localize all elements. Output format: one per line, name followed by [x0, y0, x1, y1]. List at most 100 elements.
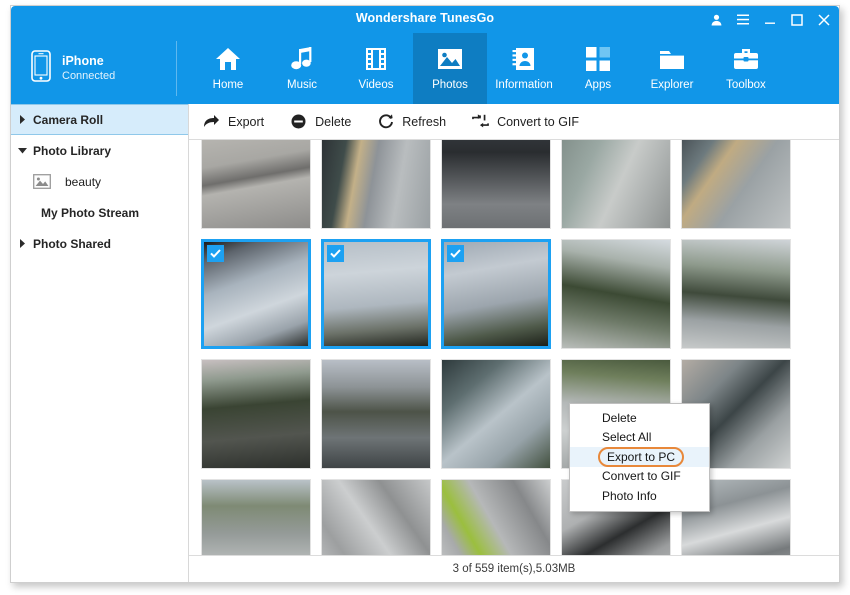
- photo-thumbnail[interactable]: [441, 479, 551, 556]
- briefcase-icon: [733, 46, 759, 72]
- screenshot-root: Wondershare TunesGo: [0, 0, 850, 595]
- sidebar-item-beauty[interactable]: beauty: [11, 166, 188, 197]
- nav-label: Photos: [432, 79, 468, 91]
- device-name: iPhone: [62, 54, 115, 69]
- nav-item-apps[interactable]: Apps: [561, 33, 635, 104]
- photo-image: [441, 359, 551, 469]
- nav-item-videos[interactable]: Videos: [339, 33, 413, 104]
- convert-to-gif-button[interactable]: Convert to GIF: [472, 113, 579, 130]
- photo-image: [321, 359, 431, 469]
- navigation-bar: iPhone Connected Home Music: [11, 33, 839, 104]
- photo-grid: [201, 140, 839, 556]
- checkbox-checked-icon[interactable]: [207, 245, 224, 262]
- context-menu-item[interactable]: Select All: [570, 428, 709, 448]
- nav-item-explorer[interactable]: Explorer: [635, 33, 709, 104]
- contacts-book-icon: [512, 46, 536, 72]
- context-menu-item[interactable]: Delete: [570, 408, 709, 428]
- photo-image: [441, 479, 551, 556]
- checkbox-checked-icon[interactable]: [327, 245, 344, 262]
- photo-thumbnail[interactable]: [441, 239, 551, 349]
- account-icon[interactable]: [709, 12, 723, 28]
- nav-item-information[interactable]: Information: [487, 33, 561, 104]
- title-bar: Wondershare TunesGo: [11, 6, 839, 33]
- album-picture-icon: [33, 174, 51, 189]
- maximize-icon[interactable]: [790, 12, 804, 28]
- nav-items: Home Music Videos: [177, 33, 839, 104]
- export-button[interactable]: Export: [203, 113, 264, 130]
- grid-squares-icon: [586, 46, 610, 72]
- refresh-button[interactable]: Refresh: [377, 113, 446, 130]
- photo-thumbnail[interactable]: [201, 359, 311, 469]
- film-strip-icon: [365, 46, 387, 72]
- sidebar-item-my-photo-stream[interactable]: My Photo Stream: [11, 197, 188, 228]
- photo-thumbnail[interactable]: [201, 479, 311, 556]
- context-menu-item-label: Photo Info: [602, 489, 657, 503]
- photo-image: [561, 140, 671, 229]
- context-menu-item-label: Select All: [602, 430, 651, 444]
- nav-label: Apps: [585, 79, 611, 91]
- application-window: Wondershare TunesGo: [10, 5, 840, 583]
- chevron-down-icon[interactable]: [11, 147, 33, 154]
- photo-thumbnail[interactable]: [321, 239, 431, 349]
- sidebar-item-label: beauty: [65, 175, 101, 189]
- nav-label: Videos: [359, 79, 394, 91]
- context-menu-item[interactable]: Export to PC: [570, 447, 709, 467]
- toolbar-label: Convert to GIF: [497, 115, 579, 129]
- photo-thumbnail[interactable]: [681, 239, 791, 349]
- main-body: Camera Roll Photo Library beauty My Phot…: [11, 104, 839, 582]
- chevron-right-icon[interactable]: [11, 239, 33, 248]
- nav-item-music[interactable]: Music: [265, 33, 339, 104]
- photo-thumbnail[interactable]: [321, 479, 431, 556]
- photo-thumbnail[interactable]: [681, 140, 791, 229]
- photo-thumbnail[interactable]: [201, 140, 311, 229]
- export-arrow-icon: [203, 113, 220, 130]
- nav-label: Explorer: [651, 79, 694, 91]
- nav-label: Home: [213, 79, 244, 91]
- sidebar: Camera Roll Photo Library beauty My Phot…: [11, 104, 189, 582]
- sidebar-item-label: Camera Roll: [33, 113, 103, 127]
- nav-item-toolbox[interactable]: Toolbox: [709, 33, 783, 104]
- nav-item-photos[interactable]: Photos: [413, 33, 487, 104]
- delete-button[interactable]: Delete: [290, 113, 351, 130]
- sidebar-item-label: Photo Shared: [33, 237, 111, 251]
- photo-thumbnail[interactable]: [561, 140, 671, 229]
- close-icon[interactable]: [817, 12, 831, 28]
- photo-grid-area[interactable]: Delete Select All Export to PC Convert to G…: [189, 140, 839, 556]
- nav-item-home[interactable]: Home: [191, 33, 265, 104]
- sidebar-item-camera-roll[interactable]: Camera Roll: [11, 104, 188, 135]
- context-menu-item-label: Convert to GIF: [602, 469, 681, 483]
- photo-thumbnail[interactable]: [321, 359, 431, 469]
- context-menu-item[interactable]: Photo Info: [570, 486, 709, 506]
- minimize-icon[interactable]: [763, 12, 777, 28]
- checkbox-checked-icon[interactable]: [447, 245, 464, 262]
- convert-gif-icon: [472, 113, 489, 130]
- home-icon: [215, 46, 241, 72]
- menu-icon[interactable]: [736, 12, 750, 28]
- photo-thumbnail[interactable]: [201, 239, 311, 349]
- chevron-right-icon[interactable]: [11, 115, 33, 124]
- action-toolbar: Export Delete Refresh: [189, 104, 839, 140]
- photo-image: [201, 479, 311, 556]
- toolbar-label: Refresh: [402, 115, 446, 129]
- toolbar-label: Delete: [315, 115, 351, 129]
- photo-thumbnail[interactable]: [561, 239, 671, 349]
- content-panel: Export Delete Refresh: [189, 104, 839, 582]
- nav-label: Information: [495, 79, 553, 91]
- sidebar-item-photo-shared[interactable]: Photo Shared: [11, 228, 188, 259]
- nav-label: Toolbox: [726, 79, 766, 91]
- toolbar-label: Export: [228, 115, 264, 129]
- photo-thumbnail[interactable]: [441, 140, 551, 229]
- music-note-icon: [290, 46, 314, 72]
- window-controls: [709, 9, 831, 30]
- folder-icon: [659, 46, 685, 72]
- sidebar-item-photo-library[interactable]: Photo Library: [11, 135, 188, 166]
- photo-thumbnail[interactable]: [321, 140, 431, 229]
- context-menu-item[interactable]: Convert to GIF: [570, 467, 709, 487]
- sidebar-item-label: Photo Library: [33, 144, 111, 158]
- context-menu-item-label: Export to PC: [598, 447, 684, 467]
- photo-thumbnail[interactable]: [441, 359, 551, 469]
- photo-image: [441, 140, 551, 229]
- photo-image: [681, 140, 791, 229]
- device-info[interactable]: iPhone Connected: [11, 33, 177, 104]
- context-menu: Delete Select All Export to PC Convert to G…: [569, 403, 710, 512]
